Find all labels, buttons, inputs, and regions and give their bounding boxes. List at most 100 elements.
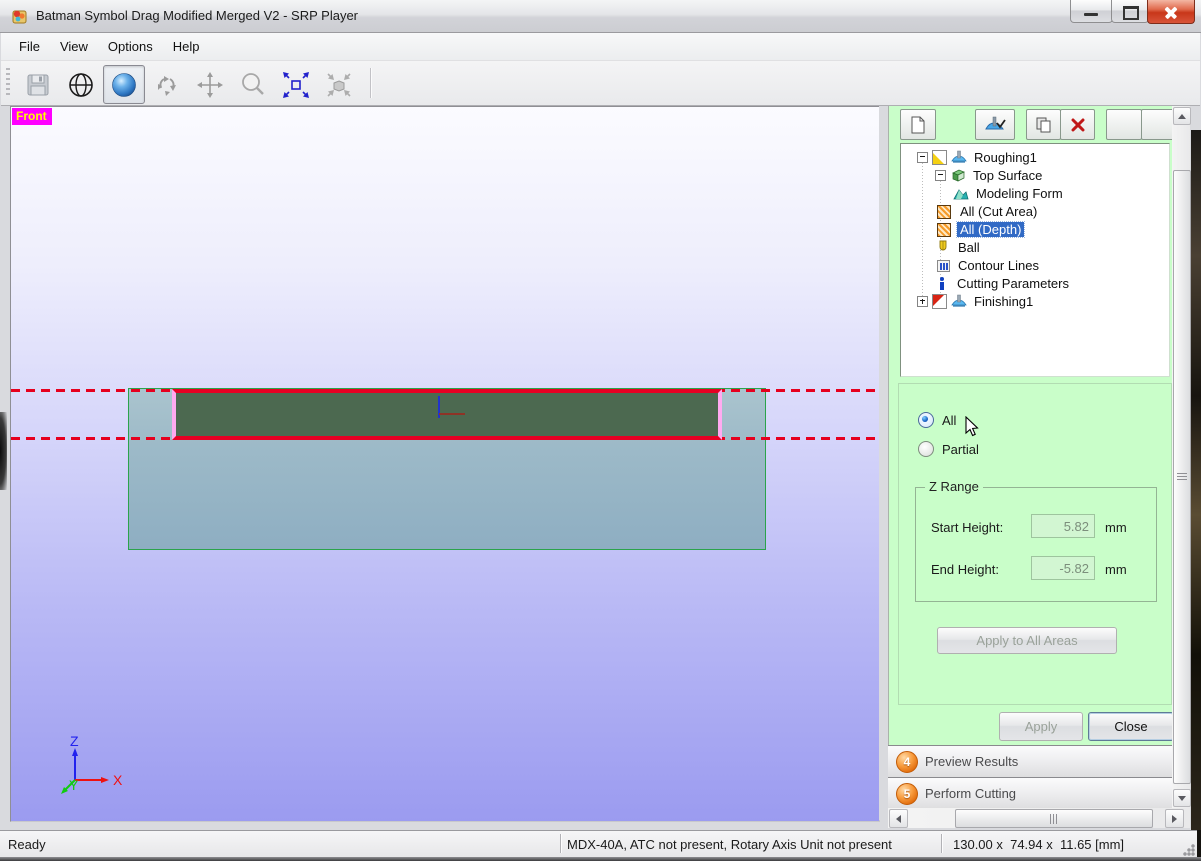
horizontal-scroll-thumb[interactable]: [955, 809, 1153, 828]
pan-view-button[interactable]: [189, 65, 231, 104]
step-5-icon: 5: [896, 782, 918, 805]
tree-item-cutting-parameters[interactable]: Cutting Parameters: [935, 274, 1072, 292]
titlebar[interactable]: Batman Symbol Drag Modified Merged V2 - …: [0, 0, 1201, 33]
scroll-up-button[interactable]: [1173, 107, 1191, 125]
axis-triad: Z X Y: [61, 733, 123, 794]
resize-grip[interactable]: [1182, 843, 1195, 856]
tree-item-label[interactable]: Ball: [955, 240, 983, 255]
collapse-icon[interactable]: [917, 151, 928, 163]
status-separator: [560, 834, 561, 853]
tree-item-contour-lines[interactable]: Contour Lines: [935, 256, 1042, 274]
copy-process-button[interactable]: [1026, 109, 1061, 140]
move-up-button[interactable]: [1106, 109, 1142, 140]
tree-item-ball[interactable]: Ball: [935, 238, 983, 256]
menu-file[interactable]: File: [9, 35, 50, 58]
tree-item-label[interactable]: Finishing1: [971, 294, 1036, 309]
process-tree: Roughing1 Top Surface Modeling Form All …: [900, 143, 1170, 377]
scroll-left-icon: [896, 814, 901, 823]
vertical-scroll-thumb[interactable]: [1173, 170, 1191, 784]
tree-item-label[interactable]: Modeling Form: [973, 186, 1066, 201]
radio-all[interactable]: All: [918, 412, 956, 428]
partial-check-icon[interactable]: [932, 149, 947, 165]
rotate-view-button[interactable]: [146, 65, 188, 104]
wireframe-globe-icon: [69, 72, 93, 97]
radio-unselected-icon[interactable]: [918, 441, 934, 457]
close-window-button[interactable]: [1147, 0, 1195, 24]
rotate-view-icon: [158, 75, 176, 96]
menu-help[interactable]: Help: [163, 35, 210, 58]
preview-results-header[interactable]: 4 Preview Results: [888, 745, 1172, 777]
collapse-icon[interactable]: [935, 169, 946, 181]
axis-z-label: Z: [70, 733, 79, 749]
status-ready: Ready: [8, 837, 46, 852]
viewport-3d[interactable]: Front Z X Y: [10, 106, 880, 822]
apply-button[interactable]: Apply: [999, 712, 1083, 741]
toolbar-grip[interactable]: [6, 68, 10, 98]
new-process-button[interactable]: [900, 109, 936, 140]
maximize-button[interactable]: [1111, 0, 1149, 23]
delete-process-button[interactable]: [1060, 109, 1095, 140]
expand-icon[interactable]: [917, 295, 928, 307]
tree-item-top-surface[interactable]: Top Surface: [935, 166, 1045, 184]
end-height-input[interactable]: [1031, 556, 1095, 580]
tree-item-label[interactable]: All (Cut Area): [957, 204, 1040, 219]
start-height-label: Start Height:: [931, 520, 1004, 535]
close-icon: [1163, 4, 1179, 20]
copy-icon: [1036, 117, 1051, 132]
tree-item-label[interactable]: Contour Lines: [955, 258, 1042, 273]
minimize-icon: [1084, 13, 1098, 16]
zoom-object-icon: [327, 72, 351, 97]
tree-item-label-selected[interactable]: All (Depth): [955, 220, 1026, 238]
tree-item-roughing1[interactable]: Roughing1: [917, 148, 1040, 166]
parameters-info-icon: [940, 276, 945, 290]
perform-cutting-header[interactable]: 5 Perform Cutting: [888, 777, 1172, 809]
start-height-unit: mm: [1105, 520, 1127, 535]
menu-bar: File View Options Help: [1, 33, 1200, 61]
fit-to-screen-button[interactable]: [275, 65, 317, 104]
tree-item-label[interactable]: Roughing1: [971, 150, 1040, 165]
scroll-right-button[interactable]: [1165, 809, 1184, 828]
tree-item-modeling-form[interactable]: Modeling Form: [953, 184, 1066, 202]
move-down-button[interactable]: [1141, 109, 1176, 140]
close-panel-button[interactable]: Close: [1088, 712, 1174, 741]
start-height-input[interactable]: [1031, 514, 1095, 538]
status-machine: MDX-40A, ATC not present, Rotary Axis Un…: [567, 837, 892, 852]
fit-to-screen-icon: [283, 71, 309, 98]
app-window: Batman Symbol Drag Modified Merged V2 - …: [0, 0, 1201, 861]
status-separator: [941, 834, 942, 853]
tree-item-label[interactable]: Cutting Parameters: [954, 276, 1072, 291]
zoom-object-button[interactable]: [318, 65, 360, 104]
origin-x-axis-mark: [439, 413, 465, 415]
shaded-view-button[interactable]: [103, 65, 145, 104]
window-bottom-border: [0, 857, 1201, 861]
tree-item-finishing1[interactable]: Finishing1: [917, 292, 1036, 310]
desktop-background-edge: [0, 412, 7, 490]
tree-item-label[interactable]: Top Surface: [970, 168, 1045, 183]
scroll-down-button[interactable]: [1173, 789, 1191, 807]
menu-view[interactable]: View: [50, 35, 98, 58]
contour-lines-icon: [937, 259, 950, 272]
cut-area-icon: [937, 204, 951, 219]
wireframe-view-button[interactable]: [60, 65, 102, 104]
apply-to-all-areas-button[interactable]: Apply to All Areas: [937, 627, 1117, 654]
scroll-left-button[interactable]: [889, 809, 908, 828]
menu-options[interactable]: Options: [98, 35, 163, 58]
edit-toolpath-button[interactable]: [975, 109, 1015, 140]
tree-item-all-depth[interactable]: All (Depth): [935, 220, 1026, 238]
tree-item-all-cut-area[interactable]: All (Cut Area): [935, 202, 1040, 220]
ball-tool-icon: [939, 240, 947, 250]
partial-check-icon[interactable]: [932, 293, 947, 309]
panel-splitter[interactable]: [879, 106, 888, 820]
z-range-groupbox: [915, 487, 1157, 602]
surface-cube-icon: [952, 169, 965, 182]
zoom-button[interactable]: [232, 65, 274, 104]
minimize-button[interactable]: [1070, 0, 1113, 23]
radio-partial-label: Partial: [942, 441, 979, 457]
radio-partial[interactable]: Partial: [918, 441, 979, 457]
cut-depth-icon: [937, 222, 951, 237]
scroll-right-icon: [1172, 814, 1177, 823]
save-button[interactable]: [17, 65, 59, 104]
scroll-thumb-grip: [1050, 814, 1058, 824]
radio-selected-icon[interactable]: [918, 412, 934, 428]
shaded-sphere-icon: [112, 72, 136, 97]
